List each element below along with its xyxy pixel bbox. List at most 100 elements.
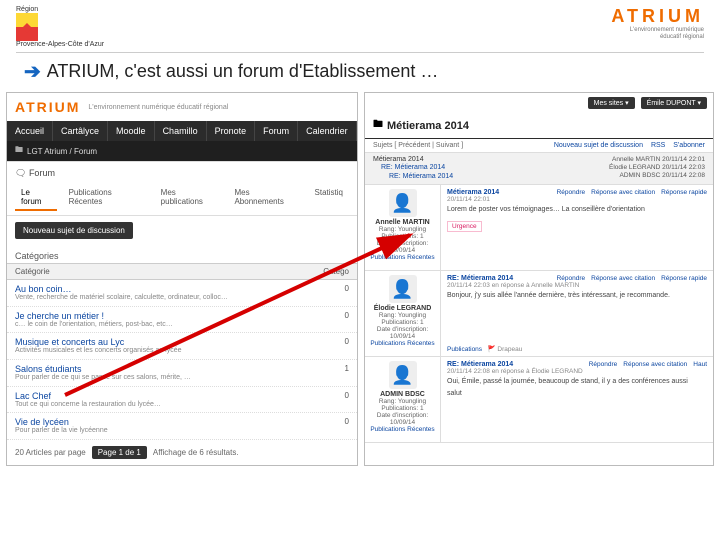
reply-quote-link[interactable]: Réponse avec citation: [623, 361, 687, 368]
rss-link[interactable]: RSS: [651, 142, 665, 149]
thread-title: Métierama 2014: [387, 120, 469, 132]
author-name: Annelle MARTIN: [369, 219, 436, 226]
category-desc: Activités musicales et les concerts orga…: [15, 347, 349, 355]
divider: [16, 52, 704, 53]
category-desc: c… le coin de l'orientation, métiers, po…: [15, 321, 349, 329]
category-row[interactable]: Au bon coin… Vente, recherche de matérie…: [7, 280, 357, 307]
brand-sub2: éducatif régional: [611, 34, 704, 41]
quick-reply-link[interactable]: Réponse rapide: [661, 189, 707, 196]
post-content2: salut: [447, 390, 707, 398]
author-meta: Rang: Youngling: [369, 312, 436, 319]
nav-chamillo[interactable]: Chamillo: [155, 121, 207, 141]
thread-breadcrumb: Métierama 2014 RE: Métierama 2014 RE: Mé…: [365, 153, 713, 185]
post-body: RE: Métierama 2014 Répondre Réponse avec…: [441, 357, 713, 442]
region-logo: Région ◆ Provence-Alpes-Côte d'Azur: [16, 6, 104, 48]
post-timestamp: 20/11/14 22:03 en réponse à Annelle MART…: [447, 282, 707, 289]
headline-text: ATRIUM, c'est aussi un forum d'Etablisse…: [47, 61, 439, 82]
reply-link[interactable]: Répondre: [557, 275, 586, 282]
new-thread-button[interactable]: Nouveau sujet de discussion: [15, 222, 133, 239]
my-sites-menu[interactable]: Mes sites ▾: [588, 97, 635, 109]
nav-accueil[interactable]: Accueil: [7, 121, 53, 141]
tree-child1[interactable]: RE: Métierama 2014: [373, 164, 453, 172]
app-brand: ATRIUM: [15, 99, 80, 115]
post-body: RE: Métierama 2014 Répondre Réponse avec…: [441, 271, 713, 356]
thread-nav[interactable]: Sujets [ Précédent | Suivant ]: [373, 142, 463, 149]
thread-tree-meta: Annelle MARTIN 20/11/14 22:01 Élodie LEG…: [609, 156, 705, 181]
forum-panel-title: 🗨 Forum: [7, 161, 357, 181]
reply-quote-link[interactable]: Réponse avec citation: [591, 189, 655, 196]
forum-thread-screenshot: Mes sites ▾ Émile DUPONT ▾ 🖿 Métierama 2…: [364, 92, 714, 466]
author-recent-link[interactable]: Publications Récentes: [369, 340, 436, 347]
forum-post: 👤 Élodie LEGRAND Rang: Youngling Publica…: [365, 271, 713, 357]
forum-label: Forum: [29, 168, 55, 178]
author-meta: Publications: 1: [369, 319, 436, 326]
category-count: 0: [345, 284, 349, 293]
slide-headline: ➔ ATRIUM, c'est aussi un forum d'Etablis…: [0, 59, 720, 84]
post-author: 👤 Élodie LEGRAND Rang: Youngling Publica…: [365, 271, 441, 356]
category-row[interactable]: Salons étudiants Pour parler de ce qui s…: [7, 360, 357, 387]
folder-icon: 🖿: [15, 144, 23, 158]
tab-abonnements[interactable]: Mes Abonnements: [228, 185, 302, 211]
author-meta: 10/09/14: [369, 333, 436, 340]
category-row[interactable]: Musique et concerts au Lyc Activités mus…: [7, 333, 357, 360]
pager-perpage[interactable]: 20 Articles par page: [15, 448, 86, 457]
nav-pronote[interactable]: Pronote: [207, 121, 256, 141]
category-row[interactable]: Vie de lycéen Pour parler de la vie lycé…: [7, 413, 357, 440]
tab-stats[interactable]: Statistiq: [309, 185, 349, 211]
author-meta: 10/09/14: [369, 247, 436, 254]
col-count: Catégo: [309, 267, 349, 276]
author-recent-link[interactable]: Publications Récentes: [369, 254, 436, 261]
app-brand-row: ATRIUM L'environnement numérique éducati…: [7, 93, 357, 121]
quick-reply-link[interactable]: Réponse rapide: [661, 275, 707, 282]
pager-page[interactable]: Page 1 de 1: [92, 446, 147, 459]
tab-leforum[interactable]: Le forum: [15, 185, 57, 211]
main-nav: Accueil Cartâlyce Moodle Chamillo Pronot…: [7, 121, 357, 141]
app-brand-sub: L'environnement numérique éducatif régio…: [88, 104, 228, 111]
post-content: Oui, Émile, passé la journée, beaucoup d…: [447, 378, 707, 386]
new-subject-link[interactable]: Nouveau sujet de discussion: [554, 142, 643, 149]
reply-link[interactable]: Répondre: [589, 361, 618, 368]
category-desc: Vente, recherche de matériel scolaire, c…: [15, 294, 349, 302]
thread-header: 🖿 Métierama 2014: [365, 113, 713, 139]
flag-link[interactable]: Drapeau: [497, 346, 522, 353]
forum-categories-screenshot: ATRIUM L'environnement numérique éducati…: [6, 92, 358, 466]
category-row[interactable]: Je cherche un métier ! c… le coin de l'o…: [7, 307, 357, 334]
nav-calendrier[interactable]: Calendrier: [298, 121, 357, 141]
tree-child2[interactable]: RE: Métierama 2014: [373, 173, 453, 181]
subscribe-link[interactable]: S'abonner: [673, 142, 705, 149]
post-title[interactable]: Métierama 2014: [447, 189, 499, 196]
arrow-right-icon: ➔: [24, 59, 41, 84]
author-recent-link[interactable]: Publications Récentes: [369, 426, 436, 433]
post-author: 👤 Annelle MARTIN Rang: Youngling Publica…: [365, 185, 441, 270]
user-bar: Mes sites ▾ Émile DUPONT ▾: [365, 93, 713, 113]
nav-moodle[interactable]: Moodle: [108, 121, 155, 141]
nav-forum[interactable]: Forum: [255, 121, 298, 141]
category-count: 0: [345, 417, 349, 426]
tab-mespub[interactable]: Mes publications: [155, 185, 223, 211]
tree-meta3: ADMIN BDSC 20/11/14 22:08: [609, 172, 705, 180]
tree-root[interactable]: Métierama 2014: [373, 156, 453, 164]
author-meta: Publications: 1: [369, 405, 436, 412]
reply-quote-link[interactable]: Réponse avec citation: [591, 275, 655, 282]
author-meta: Date d'inscription:: [369, 412, 436, 419]
region-label: Région: [16, 6, 104, 13]
category-title: Lac Chef: [15, 391, 349, 401]
reply-link[interactable]: Répondre: [557, 189, 586, 196]
thread-actions: Nouveau sujet de discussion RSS S'abonne…: [548, 142, 705, 149]
avatar-icon: 👤: [389, 275, 417, 303]
urgency-tag[interactable]: Urgence: [447, 221, 482, 232]
post-title[interactable]: RE: Métierama 2014: [447, 275, 513, 282]
user-menu[interactable]: Émile DUPONT ▾: [641, 97, 707, 109]
category-title: Vie de lycéen: [15, 417, 349, 427]
avatar-icon: 👤: [389, 189, 417, 217]
nav-cartalyce[interactable]: Cartâlyce: [53, 121, 108, 141]
brand-sub1: L'environnement numérique: [611, 27, 704, 34]
category-count: 0: [345, 337, 349, 346]
category-count: 0: [345, 391, 349, 400]
category-title: Musique et concerts au Lyc: [15, 337, 349, 347]
author-meta: Date d'inscription:: [369, 240, 436, 247]
top-link[interactable]: Haut: [693, 361, 707, 368]
tab-recent[interactable]: Publications Récentes: [63, 185, 149, 211]
category-desc: Pour parler de ce qui se passe sur ces s…: [15, 374, 349, 382]
category-row[interactable]: Lac Chef Tout ce qui concerne la restaur…: [7, 387, 357, 414]
